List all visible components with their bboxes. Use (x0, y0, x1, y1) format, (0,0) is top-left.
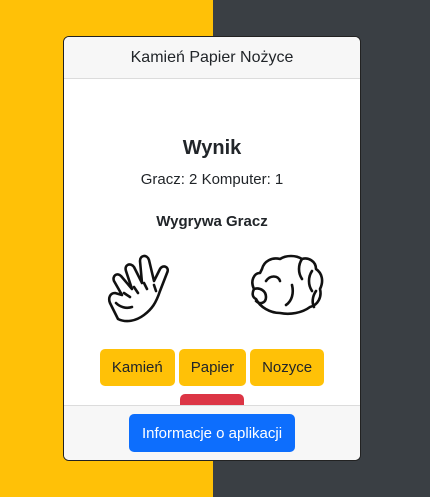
rock-button[interactable]: Kamień (99, 349, 175, 386)
paper-hand-icon (104, 251, 184, 323)
card-header-title: Kamień Papier Nożyce (130, 48, 294, 66)
score-title: Wynik (182, 137, 242, 159)
choice-buttons: Kamień Papier Nozyce (64, 349, 360, 386)
card-header: Kamień Papier Nożyce (64, 37, 360, 79)
rock-fist-icon (246, 251, 326, 323)
score-line: Gracz: 2 Komputer: 1 (140, 171, 284, 188)
card-body: Wynik Gracz: 2 Komputer: 1 Wygrywa Gracz (64, 79, 360, 432)
winner-text: Wygrywa Gracz (156, 213, 268, 230)
app-info-button[interactable]: Informacje o aplikacji (128, 414, 296, 452)
card-footer: Informacje o aplikacji (64, 405, 360, 460)
paper-button[interactable]: Papier (178, 349, 247, 386)
game-card: Kamień Papier Nożyce Wynik Gracz: 2 Komp… (63, 36, 361, 461)
scissors-button[interactable]: Nozyce (250, 349, 325, 386)
